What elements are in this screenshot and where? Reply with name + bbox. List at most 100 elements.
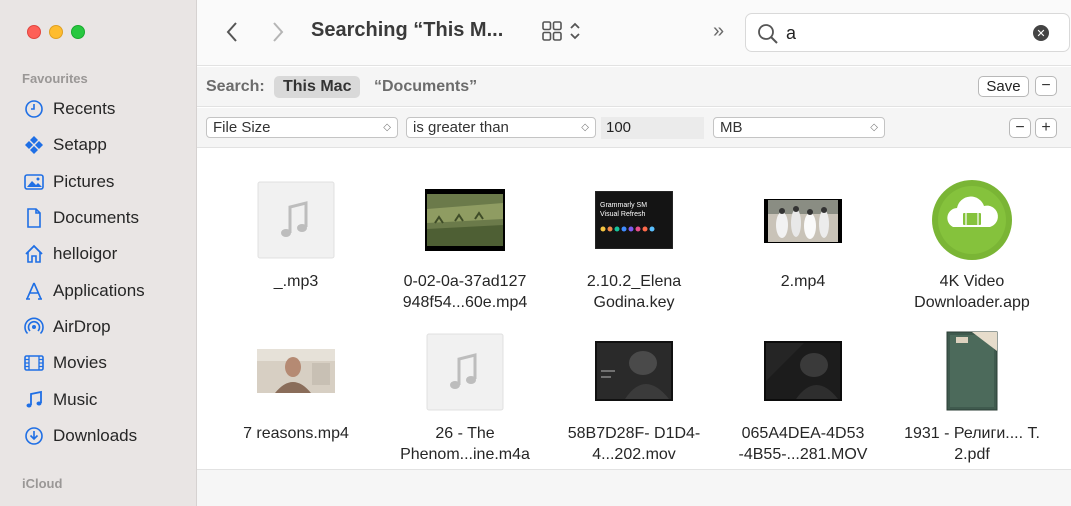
file-name: 58B7D28F- D1D4-4...202.mov [567, 425, 701, 463]
file-item[interactable]: 1931 - Религи.... Т. 2.pdf [887, 309, 1057, 469]
operator-select[interactable]: is greater than ◇ [406, 117, 596, 138]
music-note-icon [24, 390, 44, 410]
updown-arrows-icon: ◇ [581, 122, 589, 133]
setapp-icon [24, 135, 44, 155]
sidebar-item-music[interactable]: Music [0, 381, 196, 417]
scope-this-mac-button[interactable]: This Mac [274, 76, 361, 98]
file-name: _.mp3 [273, 273, 319, 290]
sidebar-item-recents[interactable]: Recents [0, 91, 196, 127]
chevron-updown-icon [570, 22, 580, 40]
favourites-list: Recents Setapp Pictures Documents helloi… [0, 91, 196, 454]
film-icon [24, 353, 44, 373]
sidebar-item-label: AirDrop [53, 316, 111, 336]
sidebar-item-pictures[interactable]: Pictures [0, 164, 196, 200]
photo-icon [24, 172, 44, 192]
video-thumbnail [764, 341, 842, 401]
video-thumbnail [764, 199, 842, 243]
add-criteria-button[interactable]: + [1035, 118, 1057, 138]
file-name: 065A4DEA-4D53 -4B55-...281.MOV [738, 425, 868, 463]
sidebar-item-downloads[interactable]: Downloads [0, 418, 196, 454]
attribute-select[interactable]: File Size ◇ [206, 117, 398, 138]
status-bar [197, 469, 1071, 506]
svg-text:Grammarly SM: Grammarly SM [600, 202, 647, 209]
grid-view-icon [542, 21, 562, 41]
applications-icon [24, 281, 44, 301]
sidebar-item-label: Movies [53, 353, 107, 373]
forward-button[interactable] [265, 18, 291, 46]
sidebar-item-label: Applications [53, 280, 145, 300]
sidebar-item-movies[interactable]: Movies [0, 345, 196, 381]
video-thumbnail [257, 349, 335, 393]
file-name: 26 - The Phenom...ine.m4a [400, 425, 530, 463]
search-input[interactable] [786, 22, 1016, 44]
audio-file-icon [257, 181, 335, 259]
file-item[interactable]: 26 - The Phenom...ine.m4a [380, 309, 550, 469]
sidebar-item-applications[interactable]: Applications [0, 272, 196, 308]
scope-documents-button[interactable]: “Documents” [374, 78, 477, 96]
file-item[interactable]: 065A4DEA-4D53 -4B55-...281.MOV [718, 309, 888, 469]
remove-criteria-button[interactable]: − [1009, 118, 1031, 138]
window-controls [27, 25, 85, 39]
chevron-right-icon [273, 22, 284, 42]
file-item[interactable]: 4K Video Downloader.app [887, 149, 1057, 311]
keynote-thumbnail: Grammarly SM Visual Refresh [595, 191, 673, 249]
updown-arrows-icon: ◇ [870, 122, 878, 133]
app-icon [932, 180, 1012, 260]
svg-text:Visual Refresh: Visual Refresh [600, 211, 646, 218]
unit-select[interactable]: MB ◇ [713, 117, 885, 138]
scope-label: Search: [206, 78, 265, 95]
file-name: 2.10.2_Elena Godina.key [586, 273, 682, 311]
search-scope-bar: Search: This Mac “Documents” Save − [197, 67, 1071, 107]
sidebar-item-airdrop[interactable]: AirDrop [0, 309, 196, 345]
more-toolbar-button[interactable]: » [713, 20, 724, 43]
back-button[interactable] [219, 18, 245, 46]
search-criteria-bar: File Size ◇ is greater than ◇ 100 MB ◇ −… [197, 108, 1071, 148]
search-icon [758, 24, 778, 44]
file-name: 7 reasons.mp4 [243, 425, 349, 442]
sidebar-item-label: helloigor [53, 244, 118, 264]
remove-scope-button[interactable]: − [1035, 76, 1057, 96]
pdf-book-thumbnail [946, 331, 998, 411]
file-name: 1931 - Религи.... Т. 2.pdf [904, 425, 1040, 463]
sidebar-item-setapp[interactable]: Setapp [0, 127, 196, 163]
clear-search-icon[interactable]: ✕ [1033, 25, 1049, 41]
minimize-window-button[interactable] [49, 25, 63, 39]
sidebar-item-label: Recents [53, 99, 116, 119]
clock-icon [24, 99, 44, 119]
window-title: Searching “This M... [311, 19, 504, 41]
file-item[interactable]: 0-02-0a-37ad127 948f54...60e.mp4 [380, 149, 550, 311]
sidebar-item-label: Pictures [53, 171, 115, 191]
sidebar-item-label: Documents [53, 208, 139, 228]
sidebar-item-label: Setapp [53, 135, 107, 155]
file-item[interactable]: Grammarly SM Visual Refresh 2.10.2_Elena… [549, 149, 719, 311]
sidebar-item-helloigor[interactable]: helloigor [0, 236, 196, 272]
document-icon [24, 208, 44, 228]
results-grid: _.mp3 0-02-0a-37ad127 948f54...60e.mp4 G… [197, 149, 1071, 469]
updown-arrows-icon: ◇ [383, 122, 391, 133]
sidebar-item-label: Downloads [53, 425, 138, 445]
size-value-field[interactable]: 100 [601, 117, 704, 139]
file-item[interactable]: 7 reasons.mp4 [211, 309, 381, 469]
file-name: 2.mp4 [780, 273, 826, 290]
home-icon [24, 244, 44, 264]
chevron-left-icon [226, 22, 237, 42]
file-name: 4K Video Downloader.app [914, 273, 1030, 311]
search-field[interactable]: ✕ [745, 13, 1070, 52]
video-thumbnail [425, 189, 505, 251]
file-item[interactable]: _.mp3 [211, 149, 381, 309]
sidebar-item-label: Music [53, 389, 98, 409]
file-item[interactable]: 58B7D28F- D1D4-4...202.mov [549, 309, 719, 469]
zoom-window-button[interactable] [71, 25, 85, 39]
audio-file-icon [426, 333, 504, 411]
operator-value: is greater than [413, 119, 509, 136]
sidebar-item-documents[interactable]: Documents [0, 200, 196, 236]
favourites-heading: Favourites [22, 71, 88, 86]
save-search-button[interactable]: Save [978, 76, 1029, 97]
close-window-button[interactable] [27, 25, 41, 39]
sidebar: Favourites Recents Setapp Pictures Docum… [0, 0, 197, 506]
main-pane: Searching “This M... » ✕ Search: This Ma [197, 0, 1071, 506]
icloud-heading: iCloud [22, 476, 63, 491]
view-mode-button[interactable] [541, 20, 581, 42]
file-item[interactable]: 2.mp4 [718, 149, 888, 309]
unit-value: MB [720, 119, 743, 136]
